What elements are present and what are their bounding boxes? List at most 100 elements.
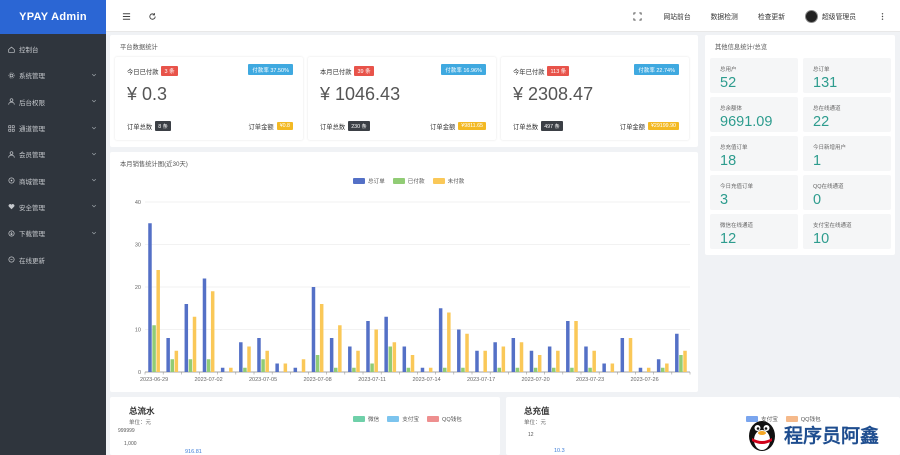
bar: [457, 329, 461, 372]
bar: [475, 350, 479, 372]
bar: [319, 304, 324, 372]
chevron-down-icon: [91, 72, 98, 79]
other-info-title: 其他信息统计/总览: [715, 44, 768, 51]
bar: [265, 350, 269, 372]
bar: [257, 338, 261, 372]
bar: [206, 359, 211, 372]
bar: [156, 270, 160, 372]
flow-axis-top: 999999: [118, 428, 135, 434]
x-tick-label: 2023-07-26: [631, 377, 659, 383]
info-tile: 总在线通道 22: [803, 97, 891, 132]
bar: [220, 367, 225, 372]
header-link-check[interactable]: 数据检测: [711, 11, 738, 21]
user-menu[interactable]: 超级管理员: [805, 9, 856, 23]
bar: [366, 321, 370, 372]
menu-toggle-icon[interactable]: [120, 10, 132, 22]
info-tile: 今日充值订单 3: [710, 175, 798, 210]
bar: [628, 338, 633, 372]
count-badge: 3 条: [161, 66, 178, 76]
bar: [293, 367, 298, 372]
total-amount-label: 订单金额: [248, 123, 274, 131]
sidebar-item-7[interactable]: 安全管理: [0, 194, 106, 220]
bar: [602, 363, 606, 372]
bar: [465, 333, 469, 372]
bar: [443, 367, 447, 372]
bar: [656, 359, 661, 372]
sidebar-item-4[interactable]: 通道管理: [0, 115, 106, 141]
bar: [574, 321, 578, 372]
info-tile-label: 总余额体: [720, 106, 743, 112]
sidebar-item-8[interactable]: 下载管理: [0, 220, 106, 246]
y-tick-label: 20: [135, 285, 141, 291]
legend-item[interactable]: 微信: [353, 415, 379, 423]
shop-icon: [6, 176, 16, 186]
bar: [247, 346, 251, 372]
grid-icon: [6, 123, 16, 133]
x-tick-label: 2023-07-14: [413, 377, 441, 383]
bar: [338, 325, 342, 372]
sidebar-item-3[interactable]: 后台权限: [0, 89, 106, 115]
sidebar-item-label: 下载管理: [19, 231, 45, 239]
user-icon: [6, 97, 16, 107]
total-amount-badge: ¥0.8: [276, 122, 293, 130]
total-amount-badge: ¥29199.90: [647, 122, 679, 130]
refresh-icon[interactable]: [146, 10, 158, 22]
bar: [570, 367, 574, 372]
header-link-update[interactable]: 检查更新: [758, 11, 785, 21]
x-tick-label: 2023-07-17: [467, 377, 495, 383]
sidebar-item-1[interactable]: 控制台: [0, 36, 106, 62]
header-link-site[interactable]: 网站前台: [663, 11, 690, 21]
rate-badge: 付款率 22.74%: [634, 64, 679, 75]
flow-axis-second: 1,000: [124, 441, 137, 447]
bar: [533, 367, 538, 372]
flow-panel: 总流水 单位：元 999999 1,000 916.81 微信 支付宝 QQ钱包: [110, 397, 500, 455]
bar: [665, 363, 669, 372]
legend-item[interactable]: QQ钱包: [427, 415, 462, 423]
legend-swatch: [387, 416, 400, 422]
bar: [515, 367, 520, 372]
bar: [428, 367, 433, 372]
bar: [329, 338, 334, 372]
info-tile-label: QQ在线通道: [813, 184, 844, 190]
info-tile-value: 0: [813, 192, 822, 208]
count-badge: 113 条: [547, 66, 570, 76]
info-tile-value: 10: [813, 231, 830, 247]
recharge-axis-top: 12: [528, 432, 534, 438]
sidebar-item-2[interactable]: 系统管理: [0, 62, 106, 88]
stat-card-today: 今日已付款 3 条 付款率 37.50% ¥ 0.3 订单总数 8 条 订单金额 ¥0…: [115, 57, 303, 140]
bar: [261, 359, 265, 372]
sidebar-item-label: 商城管理: [19, 178, 45, 186]
x-tick-label: 2023-07-11: [358, 377, 386, 383]
gear-icon: [6, 70, 16, 80]
x-tick-label: 2023-07-05: [249, 377, 277, 383]
fullscreen-icon[interactable]: [631, 10, 643, 22]
app-logo[interactable]: YPAY Admin: [0, 0, 106, 34]
sidebar-item-5[interactable]: 会员管理: [0, 141, 106, 167]
y-tick-label: 40: [135, 200, 141, 206]
bar: [420, 367, 425, 372]
info-tile: 总用户 52: [710, 58, 798, 93]
stat-label: 本月已付款: [320, 68, 352, 76]
bar: [170, 359, 174, 372]
total-orders-badge: 8 条: [155, 121, 171, 131]
bar: [239, 342, 243, 372]
x-tick-label: 2023-07-02: [195, 377, 223, 383]
stat-label: 今年已付款: [513, 68, 545, 76]
sidebar-item-9[interactable]: 在线更新: [0, 246, 106, 272]
watermark-text: 程序员阿鑫: [784, 424, 880, 447]
bar: [584, 346, 588, 372]
bar: [511, 338, 516, 372]
legend-label: QQ钱包: [442, 417, 462, 423]
legend-item[interactable]: 支付宝: [387, 415, 419, 423]
sidebar-item-6[interactable]: 商城管理: [0, 167, 106, 193]
flow-unit: 单位：元: [129, 420, 152, 426]
bar: [402, 346, 407, 372]
bar: [610, 363, 615, 372]
total-orders-badge: 497 条: [541, 121, 563, 131]
bar: [174, 350, 179, 372]
bar: [202, 278, 207, 372]
total-orders-label: 订单总数: [513, 123, 539, 131]
bar: [547, 346, 552, 372]
bar: [406, 367, 411, 372]
more-vertical-icon[interactable]: [876, 10, 888, 22]
